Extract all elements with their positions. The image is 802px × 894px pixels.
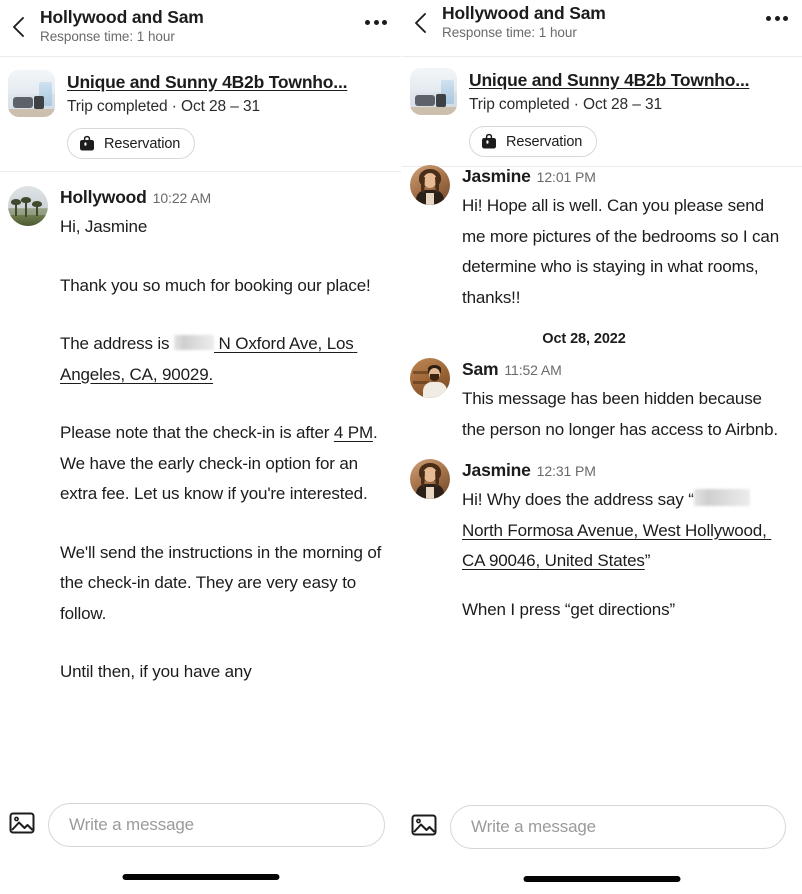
listing-status: Trip completed · Oct 28 – 31 [67,98,261,115]
message-paragraph: We'll send the instructions in the morni… [60,542,386,623]
message-paragraph-address-question: Hi! Why does the address say “ North Form… [462,485,788,577]
reservation-button[interactable]: Reservation [469,126,598,157]
image-attachment-icon[interactable] [410,811,438,844]
message-time: 12:31 PM [536,463,596,479]
reservation-label: Reservation [104,135,181,152]
home-indicator [122,874,279,880]
reservation-button[interactable]: Reservation [67,128,196,159]
message-time: 10:22 AM [152,190,212,206]
chat-response-time: Response time: 1 hour [442,25,577,40]
listing-title[interactable]: Unique and Sunny 4B2b Townho... [469,69,749,92]
image-attachment-icon[interactable] [8,809,36,842]
message-paragraph: Hi! Hope all is well. Can you please sen… [462,196,784,307]
message-thread-left: Hollywood 10:22 AM Hi, Jasmine Thank you … [0,172,401,692]
message-paragraph-hidden: This message has been hidden because the… [462,389,778,439]
message-paragraph: Until then, if you have any [60,662,252,681]
listing-thumbnail [410,68,457,115]
message-header: Jasmine 12:01 PM [462,164,788,190]
message-input[interactable] [48,803,385,847]
message-sender: Hollywood [60,187,147,207]
jasmine-portrait-avatar[interactable] [410,459,450,499]
conversation-panel-right: Hollywood and Sam Response time: 1 hour … [401,0,802,894]
chat-title: Hollywood and Sam [442,3,606,23]
message-paragraph: Hi, Jasmine [60,217,148,236]
listing-card-right[interactable]: Unique and Sunny 4B2b Townho... Trip com… [402,57,802,167]
more-options-icon[interactable] [365,20,387,25]
listing-title[interactable]: Unique and Sunny 4B2b Townho... [67,71,347,94]
jasmine-portrait-avatar[interactable] [410,165,450,205]
redacted-street-number [693,489,750,506]
more-options-icon[interactable] [766,16,788,21]
address-question-prefix: Hi! Why does the address say “ [462,490,694,509]
listing-status: Trip completed · Oct 28 – 31 [469,96,663,113]
chat-response-time: Response time: 1 hour [40,29,175,44]
message-item: Hollywood 10:22 AM Hi, Jasmine Thank you … [8,184,387,688]
date-separator: Oct 28, 2022 [542,331,626,347]
back-icon[interactable] [410,10,432,36]
message-thread-right: Jasmine 12:01 PM Hi! Hope all is well. Ca… [402,163,802,629]
dual-screenshot-container: Hollywood and Sam Response time: 1 hour … [0,0,802,894]
reservation-label: Reservation [506,133,583,150]
message-paragraph-checkin: Please note that the check-in is after 4… [60,423,383,503]
redacted-street-number [173,335,214,350]
briefcase-icon [79,135,95,152]
message-paragraph: Thank you so much for booking our place! [60,275,371,295]
message-paragraph-address: The address is N Oxford Ave, Los Angeles… [60,334,358,384]
address-question-suffix: ” [644,551,651,570]
message-item: Sam 11:52 AM This message has been hidden… [410,356,788,445]
listing-card-left[interactable]: Unique and Sunny 4B2b Townho... Trip com… [0,57,401,172]
chat-header-right: Hollywood and Sam Response time: 1 hour [402,0,802,57]
address-underlined: North Formosa Avenue, West Hollywood, CA… [462,520,772,571]
message-sender: Sam [462,359,499,379]
conversation-panel-left: Hollywood and Sam Response time: 1 hour … [0,0,401,894]
message-paragraph-directions: When I press “get directions” [462,599,675,619]
message-time: 11:52 AM [504,362,562,378]
message-input[interactable] [450,805,786,849]
hollywood-palm-trees-avatar[interactable] [8,186,48,226]
briefcase-icon [481,133,497,150]
back-icon[interactable] [8,14,30,40]
chat-header-left: Hollywood and Sam Response time: 1 hour [0,0,401,57]
message-time: 12:01 PM [536,169,596,185]
chat-title: Hollywood and Sam [40,7,204,27]
message-header: Jasmine 12:31 PM [462,458,788,484]
message-item: Jasmine 12:01 PM Hi! Hope all is well. Ca… [410,163,788,313]
message-header: Hollywood 10:22 AM [60,185,387,211]
message-item: Jasmine 12:31 PM Hi! Why does the address… [410,457,788,625]
sam-portrait-avatar[interactable] [410,358,450,398]
message-composer-left [0,794,401,856]
message-sender: Jasmine [462,166,531,186]
message-composer-right [402,796,802,858]
message-header: Sam 11:52 AM [462,357,788,383]
message-sender: Jasmine [462,460,531,480]
listing-thumbnail [8,70,55,117]
home-indicator [523,876,681,882]
